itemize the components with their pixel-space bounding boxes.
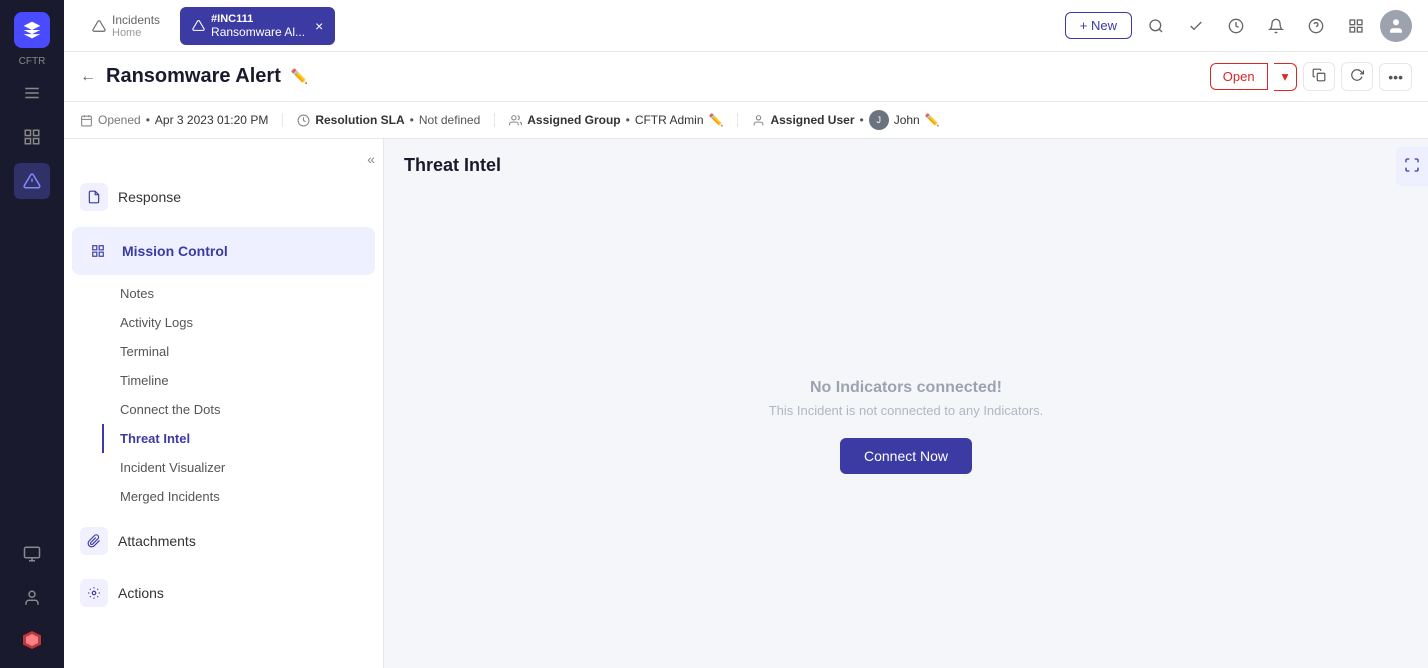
copy-button[interactable] xyxy=(1303,62,1335,91)
submenu-merged-incidents[interactable]: Merged Incidents xyxy=(104,482,383,511)
mission-control-label: Mission Control xyxy=(122,243,228,259)
more-options-button[interactable]: ••• xyxy=(1379,63,1412,91)
submenu-notes[interactable]: Notes xyxy=(104,279,383,308)
meta-resolution: Resolution SLA • Not defined xyxy=(283,113,495,127)
back-button[interactable]: ← xyxy=(80,68,96,86)
question-icon[interactable] xyxy=(1300,10,1332,42)
meta-opened: Opened • Apr 3 2023 01:20 PM xyxy=(80,113,283,127)
collapse-panel-button[interactable]: « xyxy=(367,151,375,167)
assigned-user-avatar: J xyxy=(869,110,889,130)
connect-now-button[interactable]: Connect Now xyxy=(840,438,972,474)
user-label: Assigned User xyxy=(770,113,854,127)
group-edit-icon[interactable]: ✏️ xyxy=(709,113,724,127)
threat-intel-content: No Indicators connected! This Incident i… xyxy=(384,184,1428,668)
group-icon xyxy=(509,114,522,127)
attachments-header[interactable]: Attachments xyxy=(64,519,383,563)
search-icon[interactable] xyxy=(1140,10,1172,42)
mission-control-header[interactable]: Mission Control xyxy=(72,227,375,275)
submenu-timeline[interactable]: Timeline xyxy=(104,366,383,395)
group-value: CFTR Admin xyxy=(635,113,704,127)
tab-close-button[interactable]: × xyxy=(315,18,323,34)
top-bar: Incidents Home #INC111 Ransomware Al... … xyxy=(64,0,1428,52)
sidebar-incident-icon[interactable] xyxy=(14,163,50,199)
app-name: CFTR xyxy=(19,56,46,67)
submenu-incident-visualizer[interactable]: Incident Visualizer xyxy=(104,453,383,482)
submenu-connect-dots[interactable]: Connect the Dots xyxy=(104,395,383,424)
attachments-icon xyxy=(80,527,108,555)
attachments-label: Attachments xyxy=(118,533,196,549)
threat-intel-header: Threat Intel xyxy=(384,139,1428,184)
refresh-button[interactable] xyxy=(1341,62,1373,91)
resolution-label: Resolution SLA xyxy=(315,113,404,127)
meta-group: Assigned Group • CFTR Admin ✏️ xyxy=(495,113,738,127)
sla-icon xyxy=(297,114,310,127)
opened-value: Apr 3 2023 01:20 PM xyxy=(155,113,268,127)
no-indicators-subtitle: This Incident is not connected to any In… xyxy=(769,403,1044,418)
left-panel: « Response xyxy=(64,139,384,668)
checkmark-icon[interactable] xyxy=(1180,10,1212,42)
left-sidebar: CFTR xyxy=(0,0,64,668)
actions-section: Actions xyxy=(64,571,383,615)
user-avatar[interactable] xyxy=(1380,10,1412,42)
page-header: ← Ransomware Alert ✏️ Open ▾ ••• xyxy=(64,52,1428,102)
tab-home-sub: Home xyxy=(112,27,160,39)
threat-intel-title: Threat Intel xyxy=(404,155,501,175)
response-section: Response xyxy=(64,175,383,219)
empty-state: No Indicators connected! This Incident i… xyxy=(769,379,1044,474)
mission-control-submenu: Notes Activity Logs Terminal Timeline Co… xyxy=(64,279,383,511)
calendar-icon xyxy=(80,114,93,127)
response-icon xyxy=(80,183,108,211)
no-indicators-title: No Indicators connected! xyxy=(769,379,1044,397)
sidebar-menu-icon[interactable] xyxy=(14,75,50,111)
tab-incidents-label: Incidents xyxy=(112,13,160,27)
new-button[interactable]: + New xyxy=(1065,12,1132,39)
tab-inc-label: Ransomware Al... xyxy=(211,25,305,39)
mission-control-section: Mission Control Notes Activity Logs Term… xyxy=(64,227,383,511)
tab-inc-id: #INC111 xyxy=(211,13,305,25)
attachments-section: Attachments xyxy=(64,519,383,563)
bell-icon[interactable] xyxy=(1260,10,1292,42)
resolution-value: Not defined xyxy=(419,113,480,127)
status-open-button[interactable]: Open xyxy=(1210,63,1268,90)
page-title: Ransomware Alert xyxy=(106,65,281,88)
actions-label: Actions xyxy=(118,585,164,601)
user-icon xyxy=(752,114,765,127)
response-label: Response xyxy=(118,189,181,205)
loader-icon[interactable] xyxy=(1220,10,1252,42)
actions-icon xyxy=(80,579,108,607)
right-panel-toggle-button[interactable] xyxy=(1396,147,1428,186)
status-dropdown-button[interactable]: ▾ xyxy=(1274,63,1298,91)
user-edit-icon[interactable]: ✏️ xyxy=(925,113,940,127)
app-logo xyxy=(14,12,50,48)
submenu-terminal[interactable]: Terminal xyxy=(104,337,383,366)
tab-inc111[interactable]: #INC111 Ransomware Al... × xyxy=(180,7,335,45)
sidebar-screen-icon[interactable] xyxy=(14,536,50,572)
submenu-threat-intel[interactable]: Threat Intel xyxy=(102,424,383,453)
user-value: John xyxy=(894,113,920,127)
cyware-logo xyxy=(16,624,48,656)
submenu-activity-logs[interactable]: Activity Logs xyxy=(104,308,383,337)
mission-control-icon xyxy=(84,237,112,265)
title-edit-icon[interactable]: ✏️ xyxy=(291,68,308,85)
main-panel: Threat Intel No Indicators connected! Th… xyxy=(384,139,1428,668)
opened-label: Opened xyxy=(98,113,141,127)
meta-bar: Opened • Apr 3 2023 01:20 PM Resolution … xyxy=(64,102,1428,139)
meta-user: Assigned User • J John ✏️ xyxy=(738,110,953,130)
group-label: Assigned Group xyxy=(527,113,620,127)
sidebar-dashboard-icon[interactable] xyxy=(14,119,50,155)
grid-icon[interactable] xyxy=(1340,10,1372,42)
tab-incidents-home[interactable]: Incidents Home xyxy=(80,7,172,45)
sidebar-user-icon[interactable] xyxy=(14,580,50,616)
response-header[interactable]: Response xyxy=(64,175,383,219)
actions-header[interactable]: Actions xyxy=(64,571,383,615)
